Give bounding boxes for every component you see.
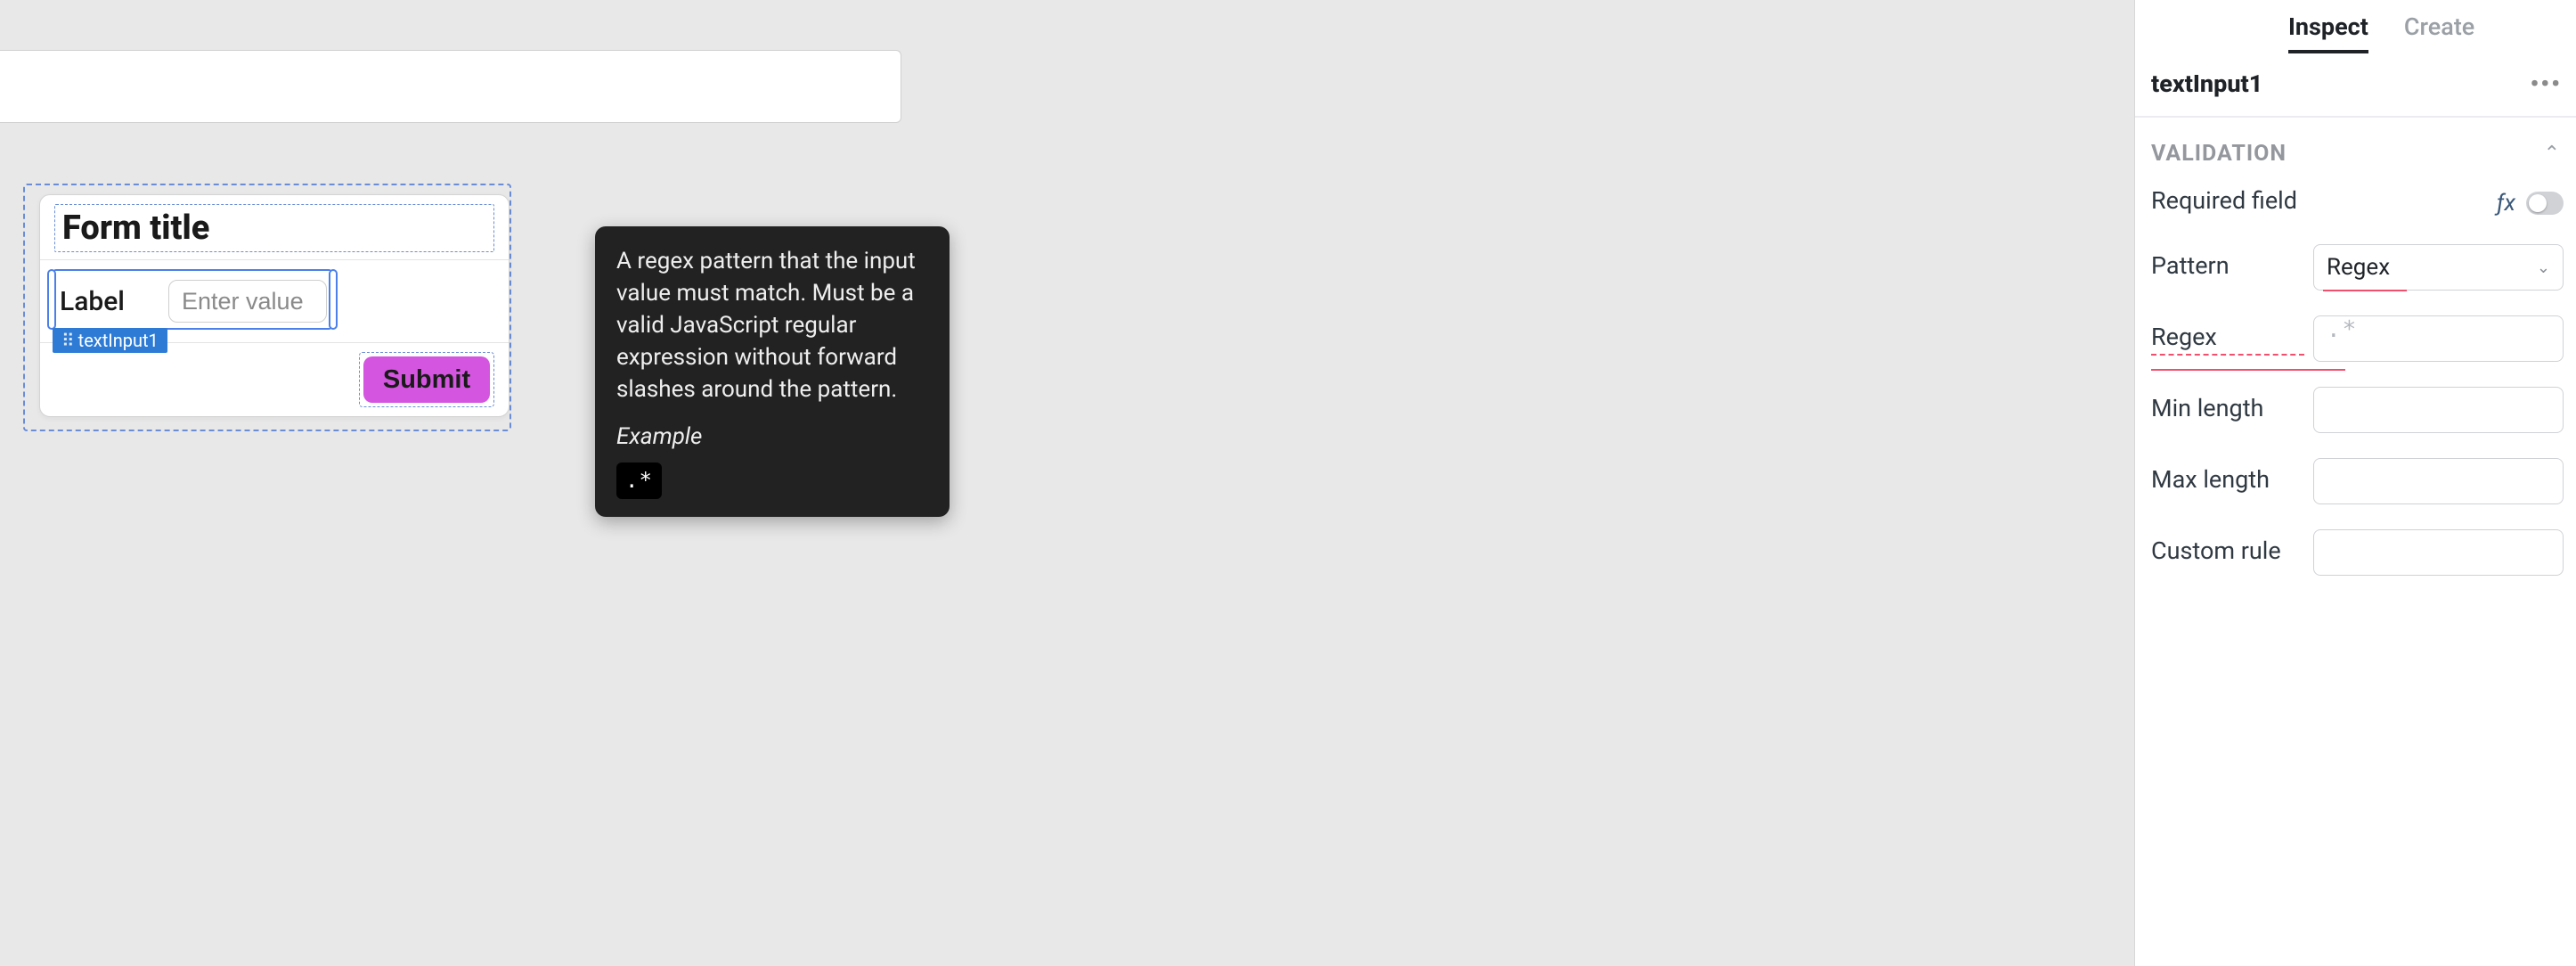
fx-button[interactable]: ƒx [2497,190,2515,217]
row-max-length: Max length [2135,446,2576,517]
row-custom-rule: Custom rule [2135,517,2576,588]
max-length-label: Max length [2151,465,2304,498]
pattern-label: Pattern [2151,251,2304,284]
form-card[interactable]: Form title Label ⠿ textInput1 Submit [39,194,509,417]
more-menu-icon[interactable]: ••• [2530,70,2562,98]
text-input-selection[interactable]: Label ⠿ textInput1 [53,269,496,333]
pattern-value: Regex [2327,254,2390,281]
custom-rule-label: Custom rule [2151,536,2304,569]
tooltip-example-code: .* [616,463,662,499]
submit-button[interactable]: Submit [363,356,490,403]
required-label: Required field [2151,186,2304,219]
drag-grip-icon: ⠿ [61,330,73,351]
regex-placeholder: .* [2327,316,2358,343]
top-grid-band [0,50,901,123]
row-min-length: Min length [2135,374,2576,446]
inspector-panel: Inspect Create textInput1 ••• VALIDATION… [2134,0,2576,966]
min-length-input[interactable] [2313,387,2564,433]
form-title-selection[interactable]: Form title [54,204,494,252]
tooltip-example-label: Example [616,422,928,454]
help-tooltip: A regex pattern that the input value mus… [595,226,950,517]
row-pattern: Pattern Regex ⌄ [2135,232,2576,303]
form-title[interactable]: Form title [62,209,486,248]
form-footer: Submit [40,342,509,418]
custom-rule-input[interactable] [2313,529,2564,576]
selection-border [53,269,332,330]
row-required: Required field ƒx [2135,174,2576,232]
component-tag-label: textInput1 [78,330,159,351]
regex-label: Regex [2151,323,2304,356]
tab-inspect[interactable]: Inspect [2288,5,2368,53]
chevron-down-icon: ⌄ [2537,258,2550,277]
canvas-area[interactable]: Form title Label ⠿ textInput1 Submit [0,0,2134,966]
regex-input[interactable]: .* [2313,315,2564,362]
tooltip-body: A regex pattern that the input value mus… [616,246,928,405]
max-length-input[interactable] [2313,458,2564,504]
inspector-tabs: Inspect Create [2135,0,2576,53]
section-title: VALIDATION [2151,141,2287,167]
row-regex: Regex .* [2135,303,2576,374]
component-name: textInput1 [2151,70,2262,98]
tab-create[interactable]: Create [2404,5,2474,53]
resize-handle-left[interactable] [47,269,56,330]
form-title-row: Form title [40,195,509,260]
resize-handle-right[interactable] [329,269,338,330]
min-length-label: Min length [2151,394,2304,427]
form-body: Label ⠿ textInput1 [40,260,509,342]
pattern-select[interactable]: Regex ⌄ [2313,244,2564,291]
chevron-up-icon[interactable]: ⌃ [2544,143,2560,165]
submit-selection: Submit [359,352,494,407]
required-toggle[interactable] [2526,192,2564,215]
component-header: textInput1 ••• [2135,53,2576,117]
component-tag[interactable]: ⠿ textInput1 [53,328,167,353]
validation-section-header[interactable]: VALIDATION ⌃ [2135,117,2576,174]
inspector-scroll[interactable]: VALIDATION ⌃ Required field ƒx Pattern R… [2135,117,2576,966]
